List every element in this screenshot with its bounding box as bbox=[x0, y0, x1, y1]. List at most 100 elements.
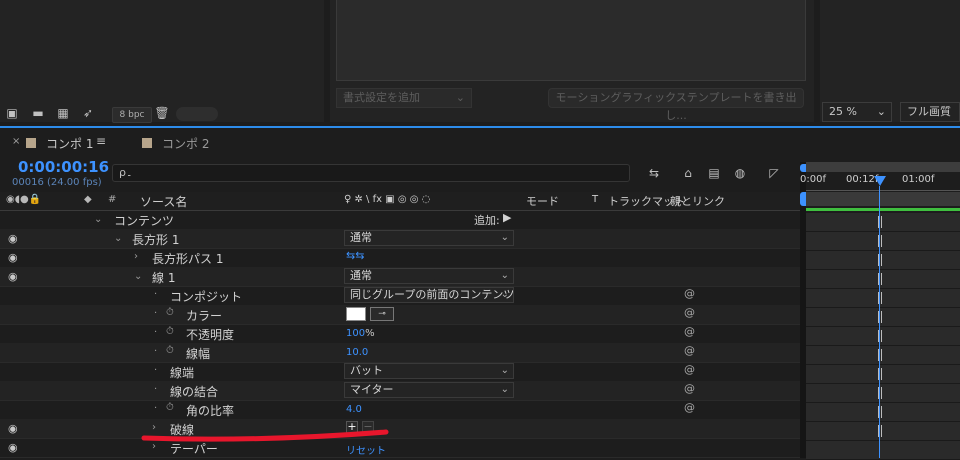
current-timecode[interactable]: 0:00:00:16 bbox=[18, 158, 109, 176]
blend-mode-dropdown[interactable]: 通常 ⌄ bbox=[344, 230, 514, 246]
property-name: コンポジット bbox=[170, 290, 243, 304]
composition-flowchart-icon[interactable]: ⇆ bbox=[646, 166, 662, 180]
eye-icon[interactable]: ◉ bbox=[8, 232, 18, 245]
trash-icon[interactable]: 🗑 bbox=[154, 106, 170, 120]
chevron-down-icon[interactable]: ⌄ bbox=[114, 233, 122, 244]
layer-row-miter-limit[interactable]: · ⏱ 角の比率 4.0 @ bbox=[0, 400, 800, 420]
work-area-bar[interactable] bbox=[806, 162, 960, 172]
column-parent[interactable]: 親とリンク bbox=[670, 193, 725, 209]
adjust-project-icon[interactable]: ➶ bbox=[80, 106, 96, 120]
interpret-footage-icon[interactable]: ▣ bbox=[4, 106, 20, 120]
layer-row-stroke-1[interactable]: ◉ ⌄ 線 1 通常 ⌄ bbox=[0, 267, 800, 287]
playhead-line[interactable] bbox=[879, 186, 880, 458]
export-motion-template-button[interactable]: モーショングラフィックステンプレートを書き出し... bbox=[548, 88, 804, 122]
eye-icon[interactable]: ◉ bbox=[8, 441, 18, 454]
render-preview-area bbox=[336, 0, 806, 81]
frame-blending-icon[interactable]: ▤ bbox=[706, 166, 722, 180]
track-row bbox=[806, 232, 960, 251]
pickwhip-spiral-icon[interactable]: @ bbox=[684, 363, 695, 376]
dropdown-value: 通常 bbox=[350, 269, 372, 282]
stroke-width-value[interactable]: 10.0 bbox=[346, 347, 368, 358]
tab-comp-1[interactable]: コンポ 1 bbox=[46, 135, 93, 152]
layer-row-opacity[interactable]: · ⏱ 不透明度 100% @ bbox=[0, 324, 800, 344]
layer-search-input[interactable]: ρ۔ bbox=[112, 164, 630, 182]
composite-dropdown[interactable]: 同じグループの前面のコンテンツ ⌄ bbox=[344, 287, 514, 303]
color-swatch-button[interactable] bbox=[346, 307, 366, 321]
property-name: 長方形パス 1 bbox=[152, 252, 224, 266]
pickwhip-spiral-icon[interactable]: @ bbox=[684, 325, 695, 338]
quality-label: フル画質 bbox=[907, 105, 951, 118]
property-name: 線端 bbox=[170, 366, 195, 380]
eye-icon[interactable]: ◉ bbox=[8, 422, 18, 435]
zoom-dropdown[interactable]: 25 % ⌄ bbox=[822, 102, 892, 122]
graph-editor-icon[interactable]: ◸ bbox=[766, 166, 782, 180]
timeline-panel: × コンポ 1 ≡ コンポ 2 0:00:00:16 00016 (24.00 … bbox=[0, 126, 960, 460]
pickwhip-spiral-icon[interactable]: @ bbox=[684, 287, 695, 300]
add-property-label[interactable]: 追加: bbox=[474, 212, 500, 228]
property-name: 線幅 bbox=[186, 347, 211, 361]
work-area-start-handle[interactable] bbox=[800, 164, 806, 172]
pickwhip-spiral-icon[interactable]: @ bbox=[684, 382, 695, 395]
column-mode[interactable]: モード bbox=[526, 193, 559, 209]
ruler-ticks bbox=[806, 186, 960, 191]
bullet-dot: · bbox=[154, 384, 158, 395]
miter-limit-value[interactable]: 4.0 bbox=[346, 404, 362, 415]
layer-row-stroke-width[interactable]: · ⏱ 線幅 10.0 @ bbox=[0, 343, 800, 363]
track-row bbox=[806, 422, 960, 441]
blend-mode-dropdown[interactable]: 通常 ⌄ bbox=[344, 268, 514, 284]
layer-row-contents[interactable]: ⌄ コンテンツ 追加: ▶ bbox=[0, 210, 800, 230]
layer-row-composite[interactable]: · コンポジット 同じグループの前面のコンテンツ ⌄ @ bbox=[0, 286, 800, 306]
opacity-value[interactable]: 100% bbox=[346, 328, 375, 339]
thumbnail-slider[interactable] bbox=[176, 107, 218, 121]
motion-blur-icon[interactable]: ◍ bbox=[732, 166, 748, 180]
pickwhip-spiral-icon[interactable]: @ bbox=[684, 306, 695, 319]
layer-row-dashes[interactable]: ◉ › 破線 + − bbox=[0, 419, 800, 439]
layer-row-taper[interactable]: ◉ › テーパー リセット bbox=[0, 438, 800, 458]
eye-icon[interactable]: ◉ bbox=[8, 251, 18, 264]
layer-row-color[interactable]: · ⏱ カラー ⊸ @ bbox=[0, 305, 800, 325]
layer-row-line-cap[interactable]: · 線端 バット ⌄ @ bbox=[0, 362, 800, 382]
chevron-down-icon: ⌄ bbox=[876, 105, 886, 118]
add-format-button[interactable]: 書式設定を追加 ⌄ bbox=[336, 88, 472, 108]
line-cap-dropdown[interactable]: バット ⌄ bbox=[344, 363, 514, 379]
chevron-right-icon[interactable]: › bbox=[134, 251, 138, 262]
dropdown-value: 同じグループの前面のコンテンツ bbox=[350, 288, 514, 301]
property-name: 角の比率 bbox=[186, 404, 235, 418]
tab-comp-2[interactable]: コンポ 2 bbox=[162, 135, 209, 152]
bullet-dot: · bbox=[154, 327, 158, 338]
dropdown-value: マイター bbox=[350, 383, 394, 396]
stopwatch-icon[interactable]: ⏱ bbox=[166, 307, 174, 318]
new-composition-icon[interactable]: ▦ bbox=[55, 106, 71, 120]
eyedropper-icon[interactable]: ⊸ bbox=[370, 307, 394, 321]
layer-row-rectangle-1[interactable]: ◉ ⌄ 長方形 1 通常 ⌄ bbox=[0, 229, 800, 249]
quality-dropdown[interactable]: フル画質 bbox=[900, 102, 960, 122]
opacity-number[interactable]: 100 bbox=[346, 328, 365, 339]
column-t: T bbox=[592, 194, 599, 205]
path-direction-icon[interactable]: ⇆⇆ bbox=[346, 249, 364, 262]
play-circle-icon[interactable]: ▶ bbox=[503, 211, 511, 224]
column-header-bar: ◉◖●🔒 ◆ # ソース名 ♀ ✲ \ fx ▣ ◎ ◎ ◌ モード T トラッ… bbox=[0, 192, 800, 211]
stopwatch-icon[interactable]: ⏱ bbox=[166, 345, 174, 356]
stopwatch-icon[interactable]: ⏱ bbox=[166, 326, 174, 337]
close-tab-icon[interactable]: × bbox=[12, 136, 20, 147]
layer-row-line-join[interactable]: · 線の結合 マイター ⌄ @ bbox=[0, 381, 800, 401]
new-folder-icon[interactable]: ▬ bbox=[30, 106, 46, 120]
line-join-dropdown[interactable]: マイター ⌄ bbox=[344, 382, 514, 398]
eye-icon[interactable]: ◉ bbox=[8, 270, 18, 283]
pickwhip-spiral-icon[interactable]: @ bbox=[684, 401, 695, 414]
chevron-down-icon[interactable]: ⌄ bbox=[134, 271, 142, 282]
ruler-tick-label: 0:00f bbox=[800, 174, 826, 185]
playhead-handle[interactable] bbox=[874, 176, 886, 186]
layer-row-rectangle-path-1[interactable]: ◉ › 長方形パス 1 ⇆⇆ bbox=[0, 248, 800, 268]
zoom-bar[interactable] bbox=[806, 192, 960, 206]
draft-3d-icon[interactable]: ⌂ bbox=[680, 166, 696, 180]
column-source-name[interactable]: ソース名 bbox=[140, 193, 187, 210]
pickwhip-spiral-icon[interactable]: @ bbox=[684, 344, 695, 357]
project-panel: ▣ ▬ ▦ ➶ 8 bpc 🗑 bbox=[0, 0, 324, 123]
panel-menu-icon[interactable]: ≡ bbox=[96, 134, 106, 148]
chevron-down-icon[interactable]: ⌄ bbox=[94, 214, 102, 225]
track-row bbox=[806, 270, 960, 289]
bit-depth-button[interactable]: 8 bpc bbox=[112, 107, 152, 123]
stopwatch-icon[interactable]: ⏱ bbox=[166, 402, 174, 413]
track-row bbox=[806, 251, 960, 270]
